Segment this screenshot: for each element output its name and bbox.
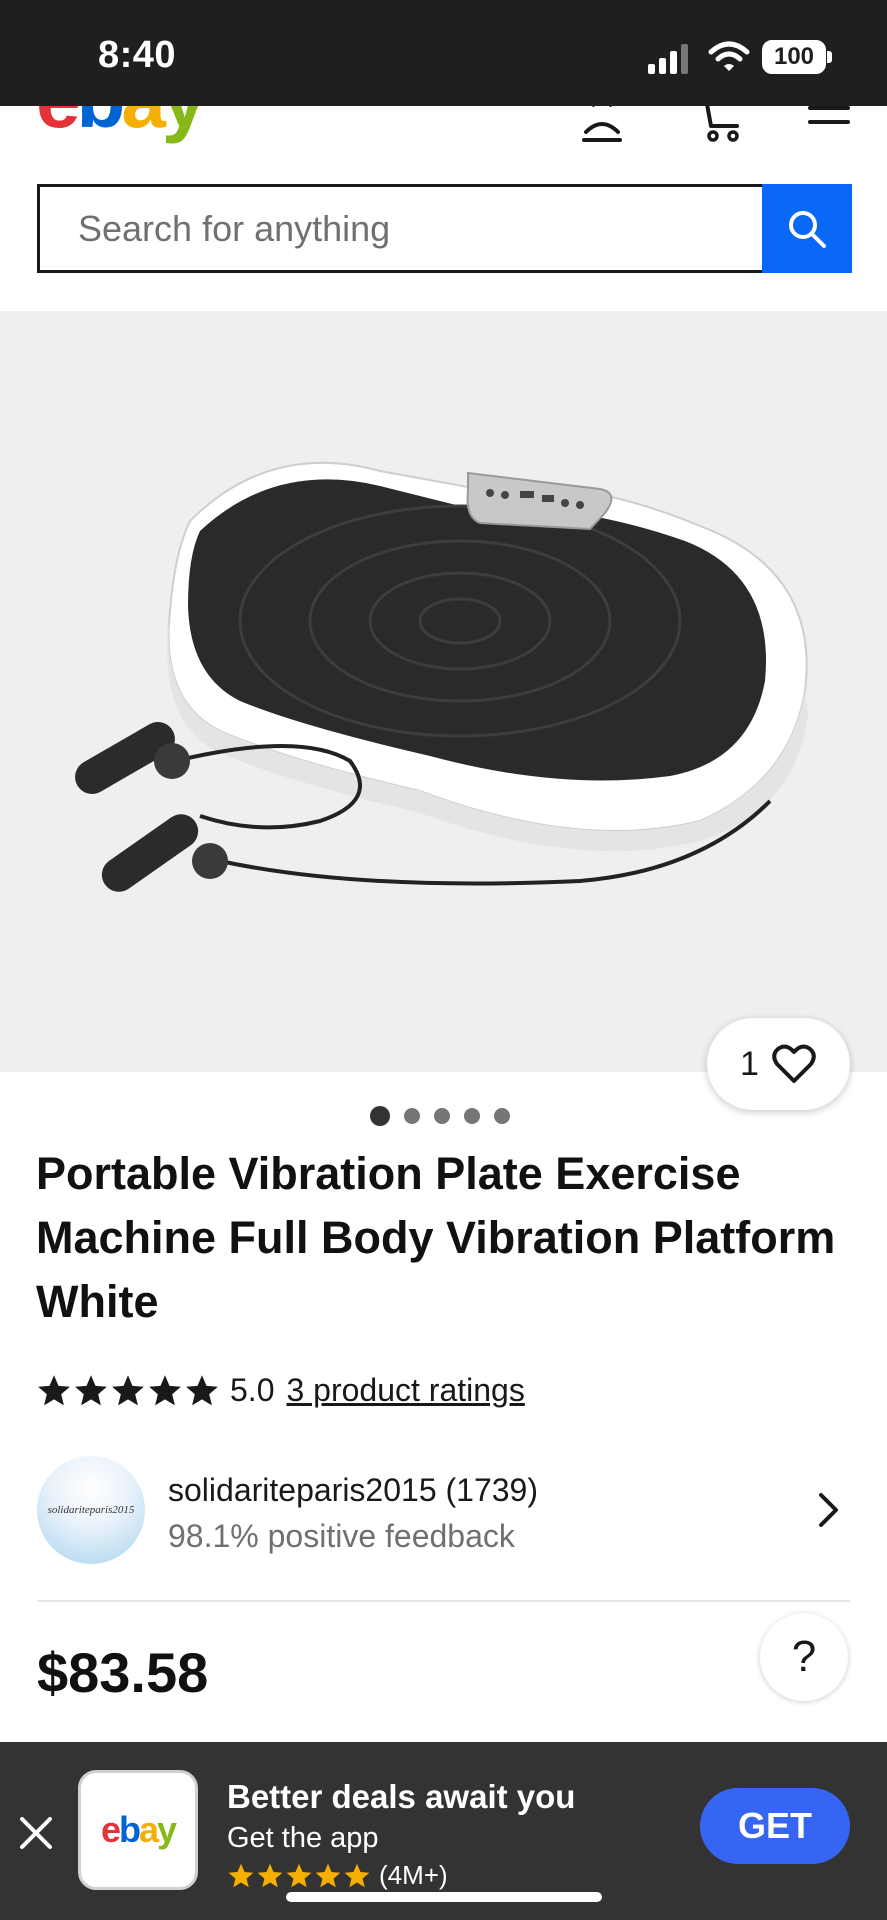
signal-icon — [648, 44, 688, 74]
app-icon[interactable]: ebay — [78, 1770, 198, 1890]
menu-icon[interactable] — [808, 106, 850, 136]
product-ratings: 5.0 3 product ratings — [36, 1372, 525, 1409]
site-header: ebay — [0, 106, 887, 312]
pagination-dot[interactable] — [370, 1106, 390, 1126]
status-bar: 8:40 100 — [0, 0, 887, 106]
product-title: Portable Vibration Plate Exercise Machin… — [36, 1148, 836, 1327]
cart-icon[interactable] — [697, 106, 743, 142]
watch-button[interactable]: 1 — [707, 1018, 850, 1110]
star-icon — [112, 1374, 144, 1405]
star-icon — [75, 1374, 107, 1405]
account-icon[interactable] — [578, 106, 626, 142]
banner-rating-stars — [227, 1862, 371, 1890]
star-icon — [257, 1863, 283, 1887]
logo-letter: a — [138, 1809, 159, 1850]
star-icon — [228, 1863, 254, 1887]
banner-rating-count: (4M+) — [379, 1860, 448, 1890]
star-icon — [186, 1374, 218, 1405]
search-button[interactable] — [762, 184, 852, 273]
star-icon — [286, 1863, 312, 1887]
search-box — [37, 184, 763, 273]
close-icon[interactable] — [18, 1815, 54, 1851]
battery-cap — [827, 51, 832, 63]
image-gallery[interactable] — [0, 311, 887, 1072]
star-icon — [344, 1863, 370, 1887]
star-icon — [315, 1863, 341, 1887]
rating-stars — [36, 1373, 220, 1409]
product-image[interactable] — [60, 431, 830, 931]
product-price: $83.58 — [37, 1641, 209, 1704]
pagination-dot[interactable] — [494, 1108, 510, 1124]
watch-count: 1 — [740, 1044, 759, 1083]
help-button[interactable]: ? — [760, 1613, 848, 1701]
banner-title: Better deals await you — [227, 1778, 576, 1815]
ebay-logo[interactable]: ebay — [36, 106, 206, 140]
status-time: 8:40 — [98, 34, 177, 76]
logo-letter: b — [118, 1809, 141, 1850]
seller-name[interactable]: solidariteparis2015 (1739) — [168, 1472, 538, 1509]
pagination-dot[interactable] — [434, 1108, 450, 1124]
logo-letter: a — [121, 106, 165, 144]
battery-indicator: 100 — [762, 40, 826, 74]
star-icon — [149, 1374, 181, 1405]
home-indicator[interactable] — [286, 1892, 602, 1902]
rating-value: 5.0 — [230, 1372, 275, 1408]
heart-icon — [772, 1044, 816, 1083]
pagination-dot[interactable] — [404, 1108, 420, 1124]
wifi-icon — [708, 41, 750, 71]
gallery-pagination — [370, 1106, 510, 1126]
seller-avatar[interactable]: solidariteparis2015 — [37, 1456, 145, 1564]
star-icon — [38, 1374, 70, 1405]
banner-subtitle: Get the app — [227, 1822, 379, 1854]
logo-letter: y — [162, 106, 206, 144]
logo-letter: e — [100, 1809, 121, 1850]
ebay-app-logo: ebay — [100, 1809, 177, 1851]
logo-letter: b — [77, 106, 126, 144]
logo-letter: y — [157, 1809, 177, 1850]
search-input[interactable] — [40, 187, 763, 270]
search-icon — [789, 210, 826, 248]
logo-letter: e — [36, 106, 80, 144]
get-app-button[interactable]: GET — [700, 1788, 850, 1864]
pagination-dot[interactable] — [464, 1108, 480, 1124]
chevron-right-icon[interactable] — [818, 1492, 840, 1528]
banner-rating: (4M+) — [227, 1860, 448, 1891]
seller-feedback: 98.1% positive feedback — [168, 1518, 515, 1554]
ratings-link[interactable]: 3 product ratings — [286, 1372, 524, 1409]
divider — [37, 1600, 850, 1602]
